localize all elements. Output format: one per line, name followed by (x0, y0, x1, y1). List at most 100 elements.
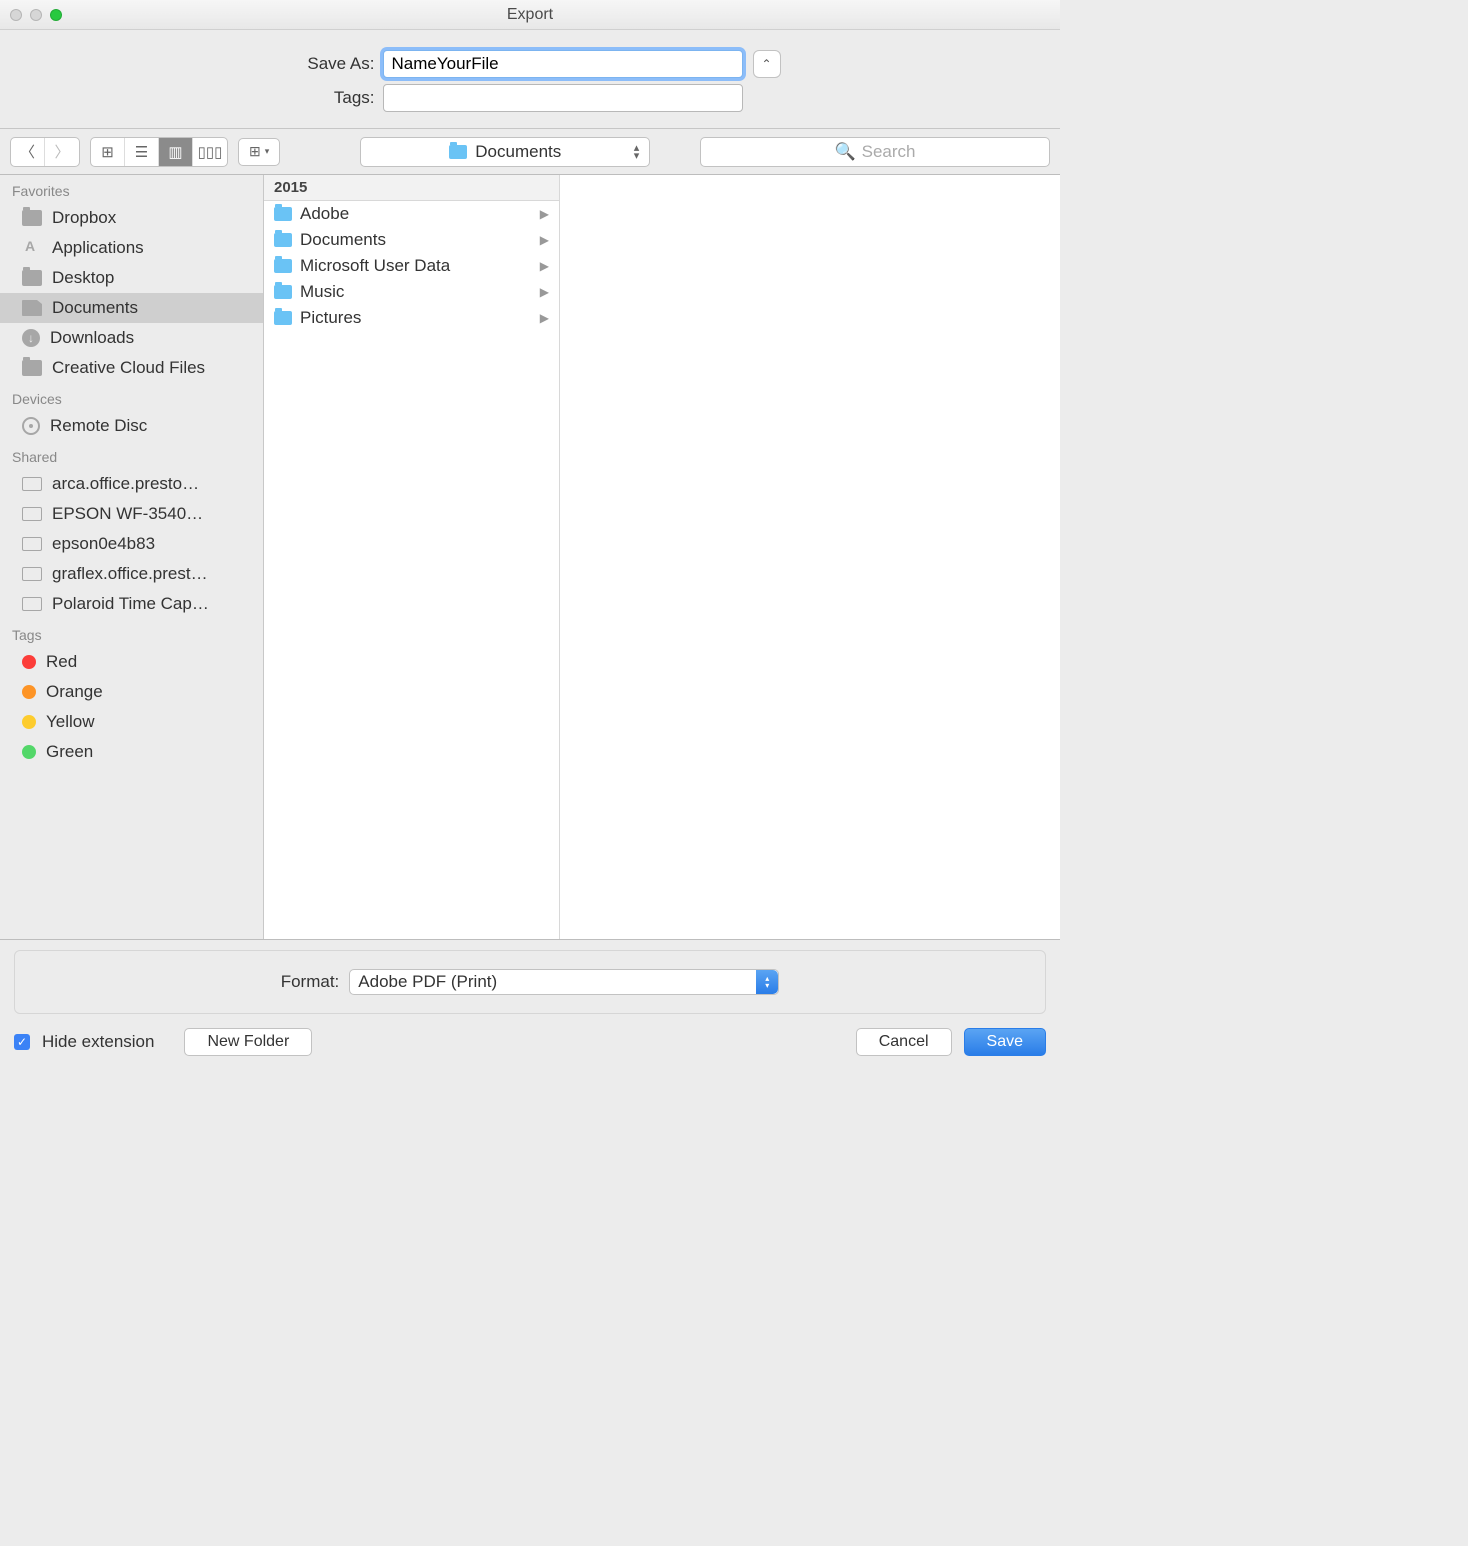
updown-icon: ▴▾ (634, 144, 640, 160)
column-header: 2015 (264, 175, 559, 201)
folder-label: Microsoft User Data (300, 256, 450, 276)
sidebar-item[interactable]: Remote Disc (0, 411, 263, 441)
sidebar-item-label: Red (46, 652, 77, 672)
grid-dropdown-icon: ⊞ (249, 143, 261, 160)
chevron-right-icon: ▶ (540, 285, 549, 299)
sidebar-item[interactable]: Dropbox (0, 203, 263, 233)
sidebar: FavoritesDropboxApplicationsDesktopDocum… (0, 175, 264, 939)
documents-icon (22, 300, 42, 316)
hide-extension-label: Hide extension (42, 1032, 154, 1052)
format-dropdown[interactable]: Adobe PDF (Print) ▴▾ (349, 969, 779, 995)
coverflow-view-button[interactable]: ▯▯▯ (193, 138, 227, 166)
sidebar-item[interactable]: Red (0, 647, 263, 677)
save-button[interactable]: Save (964, 1028, 1046, 1056)
folder-item[interactable]: Adobe▶ (264, 201, 559, 227)
folder-icon (274, 285, 292, 299)
chevron-right-icon: ▶ (540, 259, 549, 273)
chevron-right-icon: ▶ (540, 207, 549, 221)
downloads-icon: ↓ (22, 329, 40, 347)
file-browser: FavoritesDropboxApplicationsDesktopDocum… (0, 175, 1060, 939)
sidebar-item-label: Yellow (46, 712, 95, 732)
sidebar-item[interactable]: graflex.office.prest… (0, 559, 263, 589)
sidebar-item-label: arca.office.presto… (52, 474, 199, 494)
window-controls (10, 9, 62, 21)
chevron-up-icon: ⌃ (761, 57, 771, 71)
folder-item[interactable]: Music ▶ (264, 279, 559, 305)
search-field[interactable]: 🔍 Search (700, 137, 1050, 167)
nav-buttons: 〈 〉 (10, 137, 80, 167)
icon-view-button[interactable]: ⊞ (91, 138, 125, 166)
collapse-button[interactable]: ⌃ (753, 50, 781, 78)
new-folder-button[interactable]: New Folder (184, 1028, 312, 1056)
network-icon (22, 597, 42, 611)
list-icon: ☰ (135, 143, 148, 161)
sidebar-item[interactable]: Applications (0, 233, 263, 263)
chevron-right-icon: 〉 (54, 141, 69, 162)
tag-dot-icon (22, 715, 36, 729)
path-dropdown[interactable]: Documents ▴▾ (360, 137, 650, 167)
sidebar-item-label: epson0e4b83 (52, 534, 155, 554)
titlebar: Export (0, 0, 1060, 30)
sidebar-item[interactable]: epson0e4b83 (0, 529, 263, 559)
sidebar-item[interactable]: Creative Cloud Files (0, 353, 263, 383)
save-fields: Save As: ⌃ Tags: (0, 30, 1060, 129)
network-icon (22, 507, 42, 521)
folder-label: Music (300, 282, 344, 302)
arrange-button[interactable]: ⊞ ▾ (238, 138, 280, 166)
save-as-label: Save As: (280, 54, 375, 74)
sidebar-item[interactable]: arca.office.presto… (0, 469, 263, 499)
sidebar-item-label: EPSON WF-3540… (52, 504, 203, 524)
tag-dot-icon (22, 685, 36, 699)
forward-button[interactable]: 〉 (45, 138, 79, 166)
sidebar-item[interactable]: Orange (0, 677, 263, 707)
sidebar-item[interactable]: Documents (0, 293, 263, 323)
sidebar-item[interactable]: Yellow (0, 707, 263, 737)
grid-icon: ⊞ (101, 143, 114, 161)
sidebar-item-label: Polaroid Time Cap… (52, 594, 209, 614)
chevron-right-icon: ▶ (540, 233, 549, 247)
sidebar-item-label: Downloads (50, 328, 134, 348)
toolbar: 〈 〉 ⊞ ☰ ▥ ▯▯▯ ⊞ ▾ Documents ▴▾ 🔍 Search (0, 129, 1060, 175)
network-icon (22, 537, 42, 551)
sidebar-item[interactable]: Desktop (0, 263, 263, 293)
sidebar-item[interactable]: EPSON WF-3540… (0, 499, 263, 529)
sidebar-item[interactable]: ↓ Downloads (0, 323, 263, 353)
column-view-button[interactable]: ▥ (159, 138, 193, 166)
format-label: Format: (281, 972, 340, 992)
updown-icon: ▴▾ (756, 970, 778, 994)
zoom-window-icon[interactable] (50, 9, 62, 21)
folder-icon (274, 259, 292, 273)
applications-icon (22, 240, 42, 256)
chevron-down-icon: ▾ (265, 146, 270, 157)
sidebar-item-label: graflex.office.prest… (52, 564, 208, 584)
tag-dot-icon (22, 745, 36, 759)
sidebar-item-label: Desktop (52, 268, 114, 288)
minimize-window-icon[interactable] (30, 9, 42, 21)
list-view-button[interactable]: ☰ (125, 138, 159, 166)
sidebar-item-label: Dropbox (52, 208, 116, 228)
folder-item[interactable]: Pictures ▶ (264, 305, 559, 331)
folder-item[interactable]: Documents▶ (264, 227, 559, 253)
column-1: 2015 Adobe▶Documents▶Microsoft User Data… (264, 175, 560, 939)
tags-input[interactable] (383, 84, 743, 112)
sidebar-section-header: Devices (0, 383, 263, 411)
back-button[interactable]: 〈 (11, 138, 45, 166)
folder-item[interactable]: Microsoft User Data ▶ (264, 253, 559, 279)
folder-icon (449, 145, 467, 159)
hide-extension-checkbox[interactable]: ✓ (14, 1034, 30, 1050)
sidebar-item[interactable]: Polaroid Time Cap… (0, 589, 263, 619)
chevron-right-icon: ▶ (540, 311, 549, 325)
folder-label: Pictures (300, 308, 361, 328)
chevron-left-icon: 〈 (20, 141, 35, 162)
save-as-input[interactable] (383, 50, 743, 78)
action-row: ✓ Hide extension New Folder Cancel Save (0, 1020, 1060, 1070)
close-window-icon[interactable] (10, 9, 22, 21)
disc-icon (22, 417, 40, 435)
search-placeholder: Search (862, 142, 916, 162)
folder-icon (22, 210, 42, 226)
cancel-button[interactable]: Cancel (856, 1028, 952, 1056)
network-icon (22, 477, 42, 491)
path-label: Documents (475, 142, 561, 162)
network-icon (22, 567, 42, 581)
sidebar-item[interactable]: Green (0, 737, 263, 767)
